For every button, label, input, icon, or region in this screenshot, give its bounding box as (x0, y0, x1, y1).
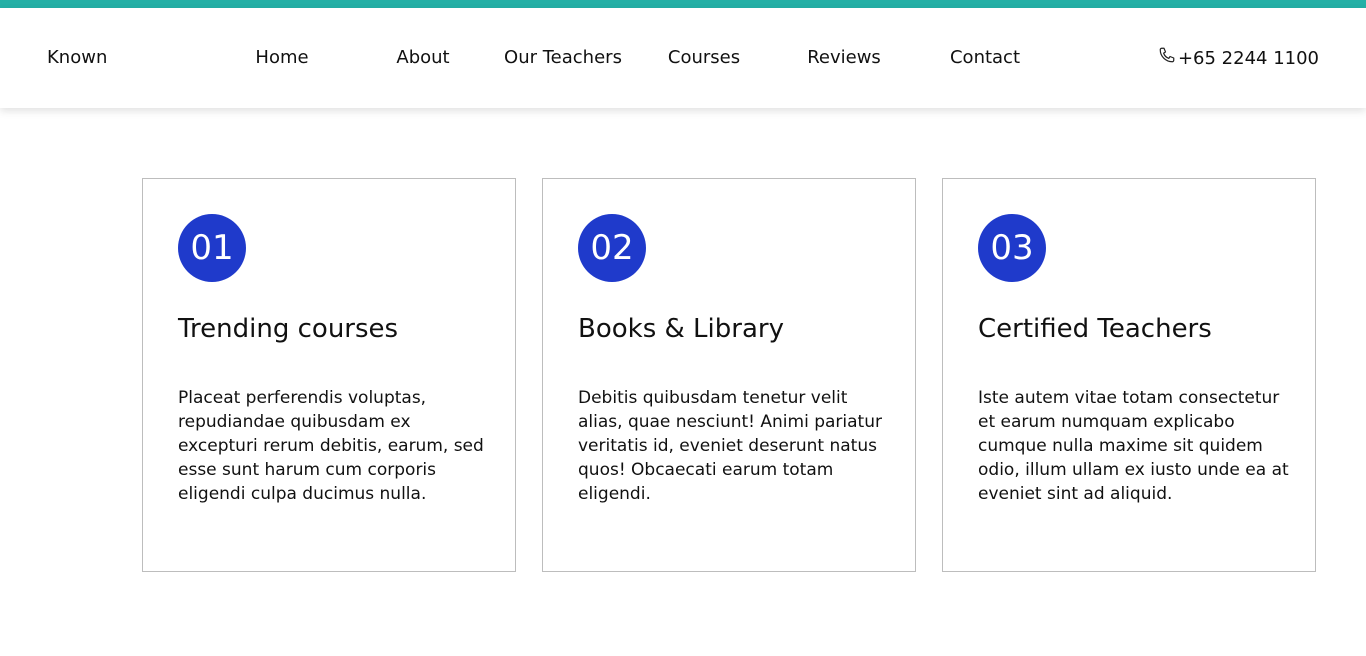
feature-card: 01 Trending courses Placeat perferendis … (142, 178, 516, 572)
phone-icon (1158, 46, 1176, 71)
nav-reviews[interactable]: Reviews (774, 46, 914, 70)
nav-about[interactable]: About (353, 46, 493, 70)
feature-card: 02 Books & Library Debitis quibusdam ten… (542, 178, 916, 572)
feature-card: 03 Certified Teachers Iste autem vitae t… (942, 178, 1316, 572)
phone-contact[interactable]: +65 2244 1100 (1158, 46, 1319, 71)
brand-logo[interactable]: Known (47, 46, 107, 70)
feature-description: Debitis quibusdam tenetur velit alias, q… (578, 388, 882, 504)
feature-title: Books & Library (578, 314, 784, 344)
feature-title: Trending courses (178, 314, 399, 344)
feature-description: Iste autem vitae totam consectetur et ea… (978, 388, 1289, 504)
feature-title: Certified Teachers (978, 314, 1212, 344)
phone-number: +65 2244 1100 (1177, 47, 1319, 69)
top-accent-strip (0, 0, 1366, 8)
feature-number-badge: 03 (978, 214, 1046, 282)
feature-description: Placeat perferendis voluptas, repudianda… (178, 388, 484, 504)
nav-our-teachers[interactable]: Our Teachers (493, 46, 633, 70)
nav-home[interactable]: Home (212, 46, 352, 70)
nav-courses[interactable]: Courses (634, 46, 774, 70)
navbar: Known Home About Our Teachers Courses Re… (0, 8, 1366, 108)
nav-contact[interactable]: Contact (915, 46, 1055, 70)
feature-number-badge: 01 (178, 214, 246, 282)
feature-number-badge: 02 (578, 214, 646, 282)
